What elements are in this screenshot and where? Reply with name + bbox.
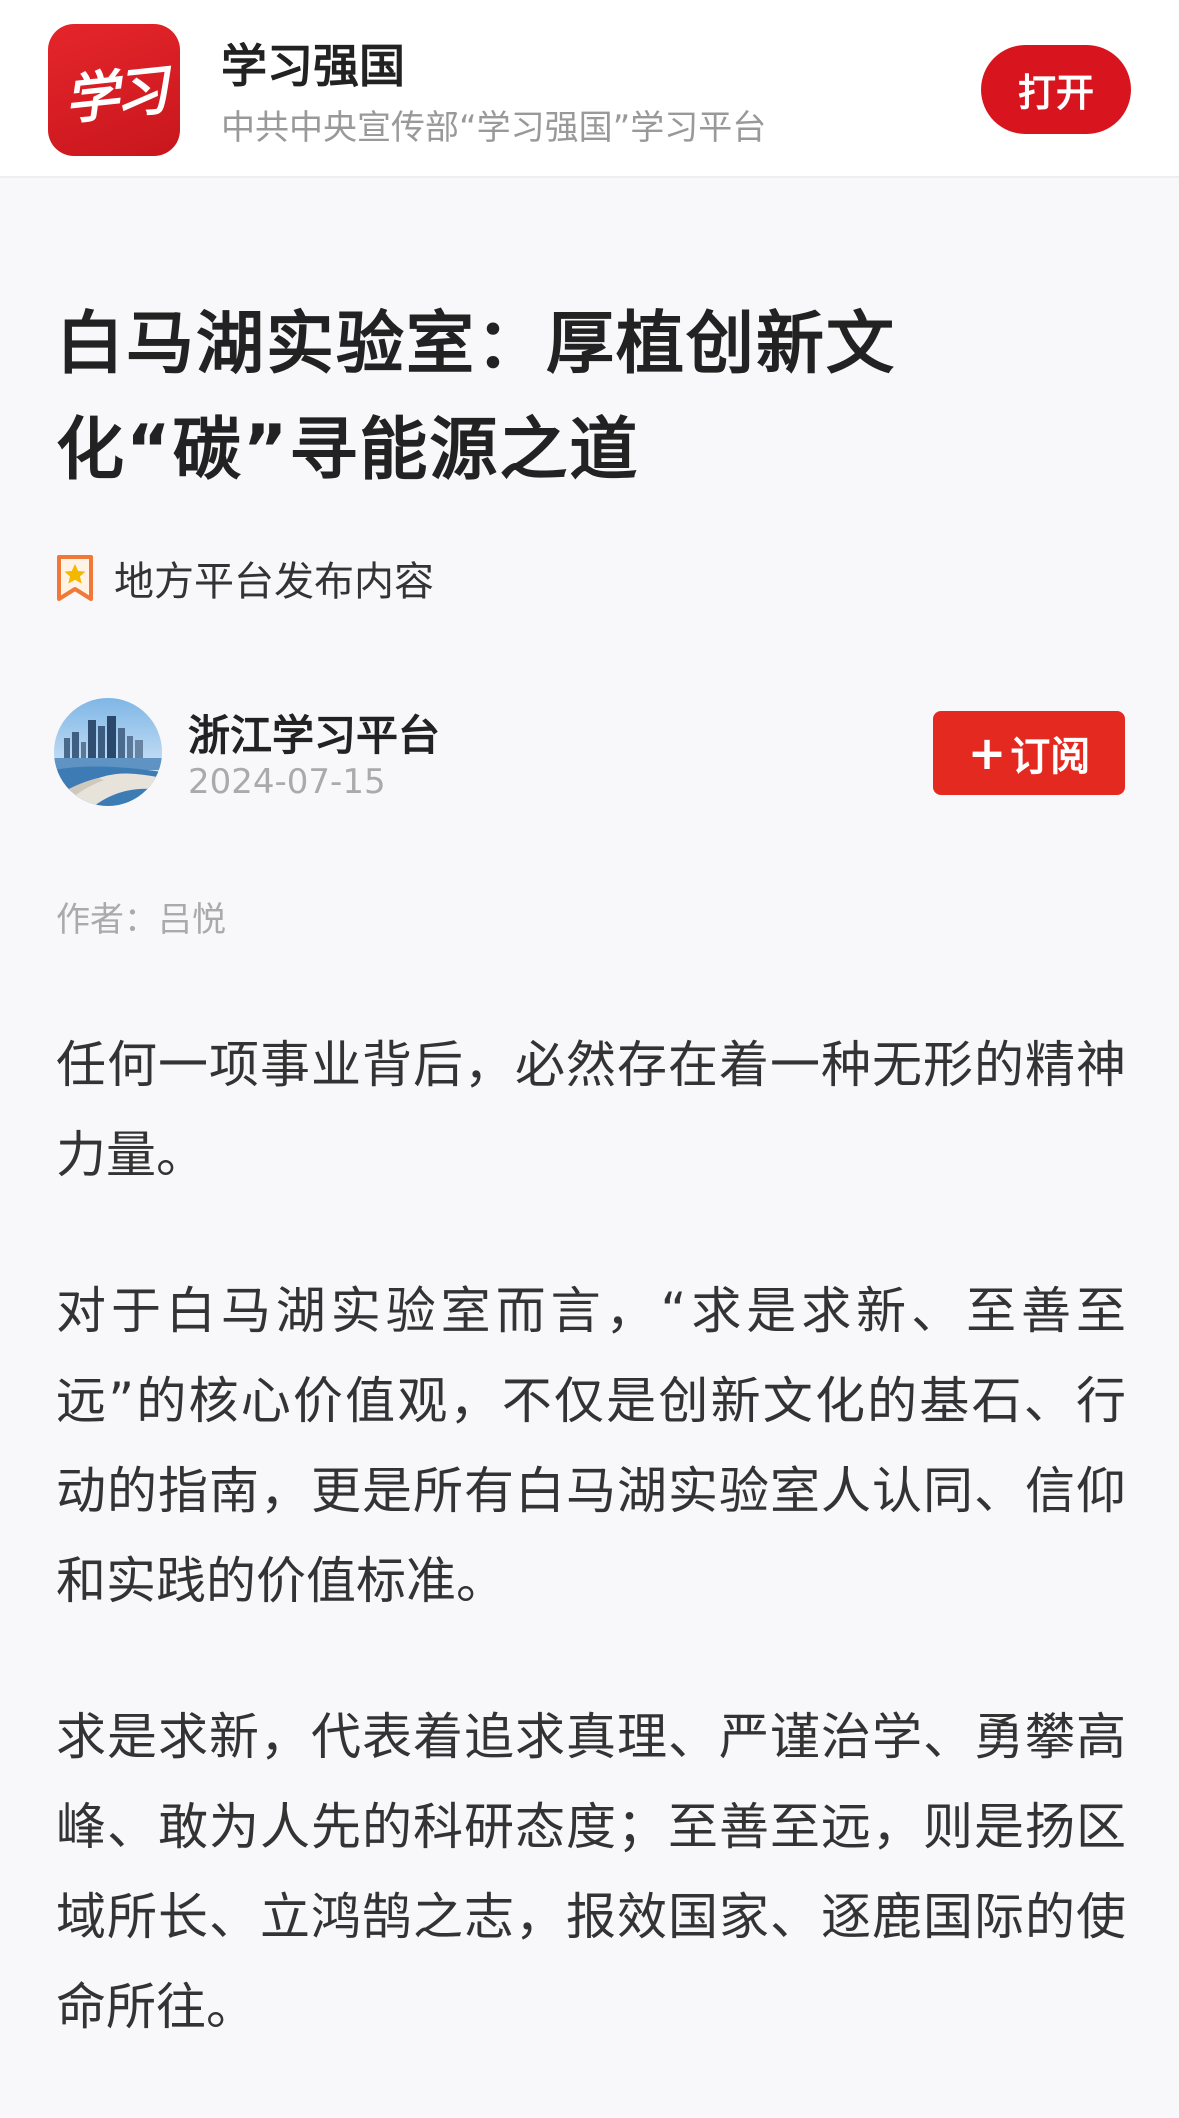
- app-logo[interactable]: 学习: [48, 24, 180, 156]
- article-paragraph: 对于白马湖实验室而言，“求是求新、至善至远”的核心价值观，不仅是创新文化的基石、…: [56, 1282, 1126, 1610]
- app-slogan: 中共中央宣传部“学习强国”学习平台: [221, 108, 767, 148]
- source-label: 地方平台发布内容: [114, 559, 434, 605]
- article-title: 白马湖实验室：厚植创新文化“碳”寻能源之道: [56, 305, 897, 490]
- app-logo-text: 学习: [61, 57, 168, 132]
- publish-date: 2024-07-15: [188, 762, 386, 802]
- author-line: 作者：吕悦: [56, 900, 226, 940]
- star-bookmark-icon: [57, 555, 93, 601]
- subscribe-label: 订阅: [1010, 734, 1091, 780]
- app-name: 学习强国: [221, 39, 405, 93]
- app-download-banner: 学习 学习强国 中共中央宣传部“学习强国”学习平台 打开: [0, 0, 1179, 178]
- article-paragraph: 任何一项事业背后，必然存在着一种无形的精神力量。: [56, 1036, 1126, 1184]
- publisher-avatar[interactable]: [54, 698, 162, 806]
- subscribe-button[interactable]: + 订阅: [933, 711, 1125, 795]
- article-body: 任何一项事业背后，必然存在着一种无形的精神力量。 对于白马湖实验室而言，“求是求…: [56, 1020, 1126, 2118]
- plus-icon: +: [967, 726, 1007, 780]
- source-tag: 地方平台发布内容: [56, 550, 434, 606]
- open-app-button[interactable]: 打开: [981, 45, 1131, 134]
- publisher-name[interactable]: 浙江学习平台: [188, 702, 440, 763]
- article-paragraph: 求是求新，代表着追求真理、严谨治学、勇攀高峰、敢为人先的科研态度；至善至远，则是…: [56, 1708, 1126, 2036]
